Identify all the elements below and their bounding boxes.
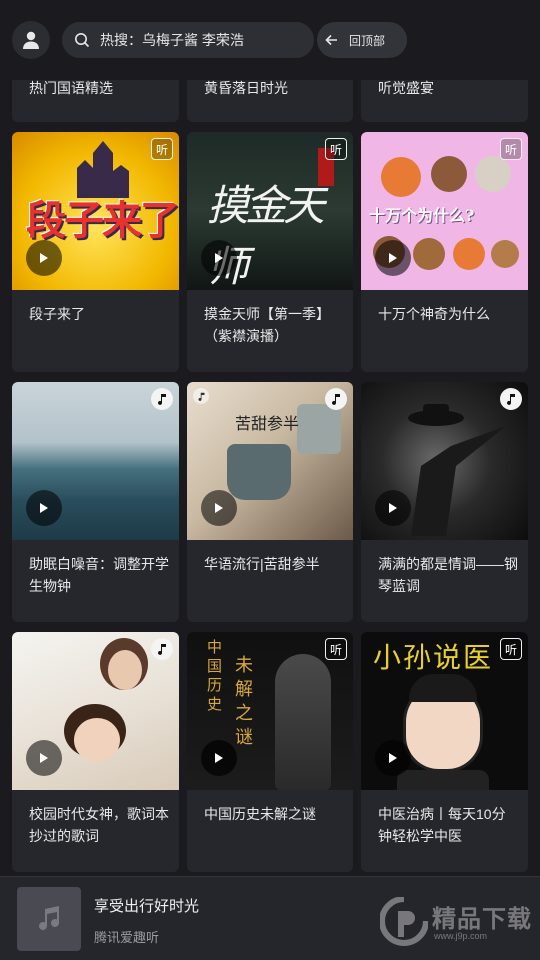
user-icon <box>23 31 39 49</box>
card-title: 热门国语精选 <box>29 80 113 96</box>
album-card[interactable]: 小孙说医 听 中医治病丨每天10分钟轻松学中医 <box>361 632 528 872</box>
play-button[interactable] <box>375 490 411 526</box>
album-cover: 苦甜参半 <box>187 382 353 540</box>
search-icon <box>75 33 90 48</box>
play-button[interactable] <box>26 240 62 276</box>
search-hot-text: 热搜：乌梅子酱 李荣浩 <box>100 32 244 48</box>
listen-badge: 听 <box>500 138 522 160</box>
album-card[interactable]: 校园时代女神，歌词本抄过的歌词 <box>12 632 179 872</box>
play-icon <box>215 753 223 763</box>
album-cover: 摸金天师 听 <box>187 132 353 290</box>
top-bar: 热搜：乌梅子酱 李荣浩 回顶部 <box>0 0 540 80</box>
album-card[interactable]: 满满的都是情调——钢琴蓝调 <box>361 382 528 622</box>
album-cover <box>12 632 179 790</box>
play-button[interactable] <box>26 490 62 526</box>
music-note-icon <box>325 388 347 410</box>
person-face <box>74 718 120 762</box>
play-button[interactable] <box>26 740 62 776</box>
album-card[interactable]: 苦甜参半 华语流行|苦甜参半 <box>187 382 353 622</box>
play-icon <box>389 503 397 513</box>
player-subtitle: 腾讯爱趣听 <box>94 930 160 945</box>
back-to-top-label: 回顶部 <box>349 33 386 48</box>
person-face <box>108 650 142 690</box>
play-icon <box>40 753 48 763</box>
listen-badge: 听 <box>325 638 347 660</box>
music-note-icon <box>193 388 209 404</box>
card-title: 校园时代女神，歌词本抄过的歌词 <box>29 806 169 844</box>
listen-badge: 听 <box>325 138 347 160</box>
player-title: 享受出行好时光 <box>94 898 200 915</box>
search-bar[interactable]: 热搜：乌梅子酱 李荣浩 <box>62 22 314 58</box>
play-icon <box>40 253 48 263</box>
play-icon <box>215 253 223 263</box>
album-card[interactable]: 中国历史 未解之谜 听 中国历史未解之谜 <box>187 632 353 872</box>
play-icon <box>389 253 397 263</box>
card-title: 十万个神奇为什么 <box>378 306 490 322</box>
album-cover: 中国历史 未解之谜 听 <box>187 632 353 790</box>
cartoon-body <box>397 770 489 790</box>
cover-art-text: 未解之谜 <box>235 655 253 748</box>
cartoon-hair <box>409 674 477 702</box>
play-icon <box>215 503 223 513</box>
cup-shape <box>227 444 291 500</box>
watermark-logo-icon <box>380 897 428 946</box>
warrior-statue <box>275 654 331 790</box>
album-cover <box>12 382 179 540</box>
play-icon <box>389 753 397 763</box>
album-card[interactable]: 段子来了 听 段子来了 <box>12 132 179 372</box>
play-button[interactable] <box>201 740 237 776</box>
album-card[interactable]: 助眠白噪音：调整开学生物钟 <box>12 382 179 622</box>
cover-art-text: 小孙说医 <box>373 641 494 674</box>
play-icon <box>40 503 48 513</box>
album-card[interactable]: 十万个为什么? 听 十万个神奇为什么 <box>361 132 528 372</box>
listen-badge: 听 <box>500 638 522 660</box>
cover-art-text: 中国历史 <box>207 638 223 713</box>
card-title: 听觉盛宴 <box>378 80 434 96</box>
card-title: 中医治病丨每天10分钟轻松学中医 <box>378 806 506 844</box>
music-note-icon <box>151 638 173 660</box>
watermark-url: www.j9p.com <box>434 931 488 941</box>
avatar[interactable] <box>12 21 50 59</box>
card-title: 摸金天师【第一季】（紫襟演播） <box>204 306 330 344</box>
cover-art-text: 苦甜参半 <box>235 414 300 433</box>
album-cover: 小孙说医 听 <box>361 632 528 790</box>
music-note-icon <box>151 388 173 410</box>
mini-player[interactable]: 享受出行好时光 腾讯爱趣听 精品下载 www.j9p.com <box>0 876 540 960</box>
card-title: 华语流行|苦甜参半 <box>204 556 320 572</box>
card-title: 中国历史未解之谜 <box>204 806 316 822</box>
player-thumbnail <box>17 887 81 951</box>
play-button[interactable] <box>375 240 411 276</box>
card-title: 黄昏落日时光 <box>204 80 288 96</box>
album-cover: 十万个为什么? 听 <box>361 132 528 290</box>
arrow-left-icon <box>325 34 337 46</box>
album-cover: 段子来了 听 <box>12 132 179 290</box>
back-to-top-button[interactable]: 回顶部 <box>317 22 407 58</box>
music-note-icon <box>500 388 522 410</box>
play-button[interactable] <box>201 240 237 276</box>
card-title: 助眠白噪音：调整开学生物钟 <box>29 556 169 594</box>
card-title: 满满的都是情调——钢琴蓝调 <box>378 556 518 594</box>
cover-art-text: 十万个为什么? <box>369 206 475 225</box>
listen-badge: 听 <box>151 138 173 160</box>
play-button[interactable] <box>375 740 411 776</box>
play-button[interactable] <box>201 490 237 526</box>
watermark: 精品下载 www.j9p.com <box>380 887 540 957</box>
cup-shape <box>297 404 341 454</box>
album-card[interactable]: 摸金天师 听 摸金天师【第一季】（紫襟演播） <box>187 132 353 372</box>
album-cover <box>361 382 528 540</box>
music-note-icon <box>39 906 59 930</box>
watermark-text: 精品下载 <box>432 906 532 933</box>
cover-art-text: 段子来了 <box>26 197 179 244</box>
card-title: 段子来了 <box>29 306 85 322</box>
